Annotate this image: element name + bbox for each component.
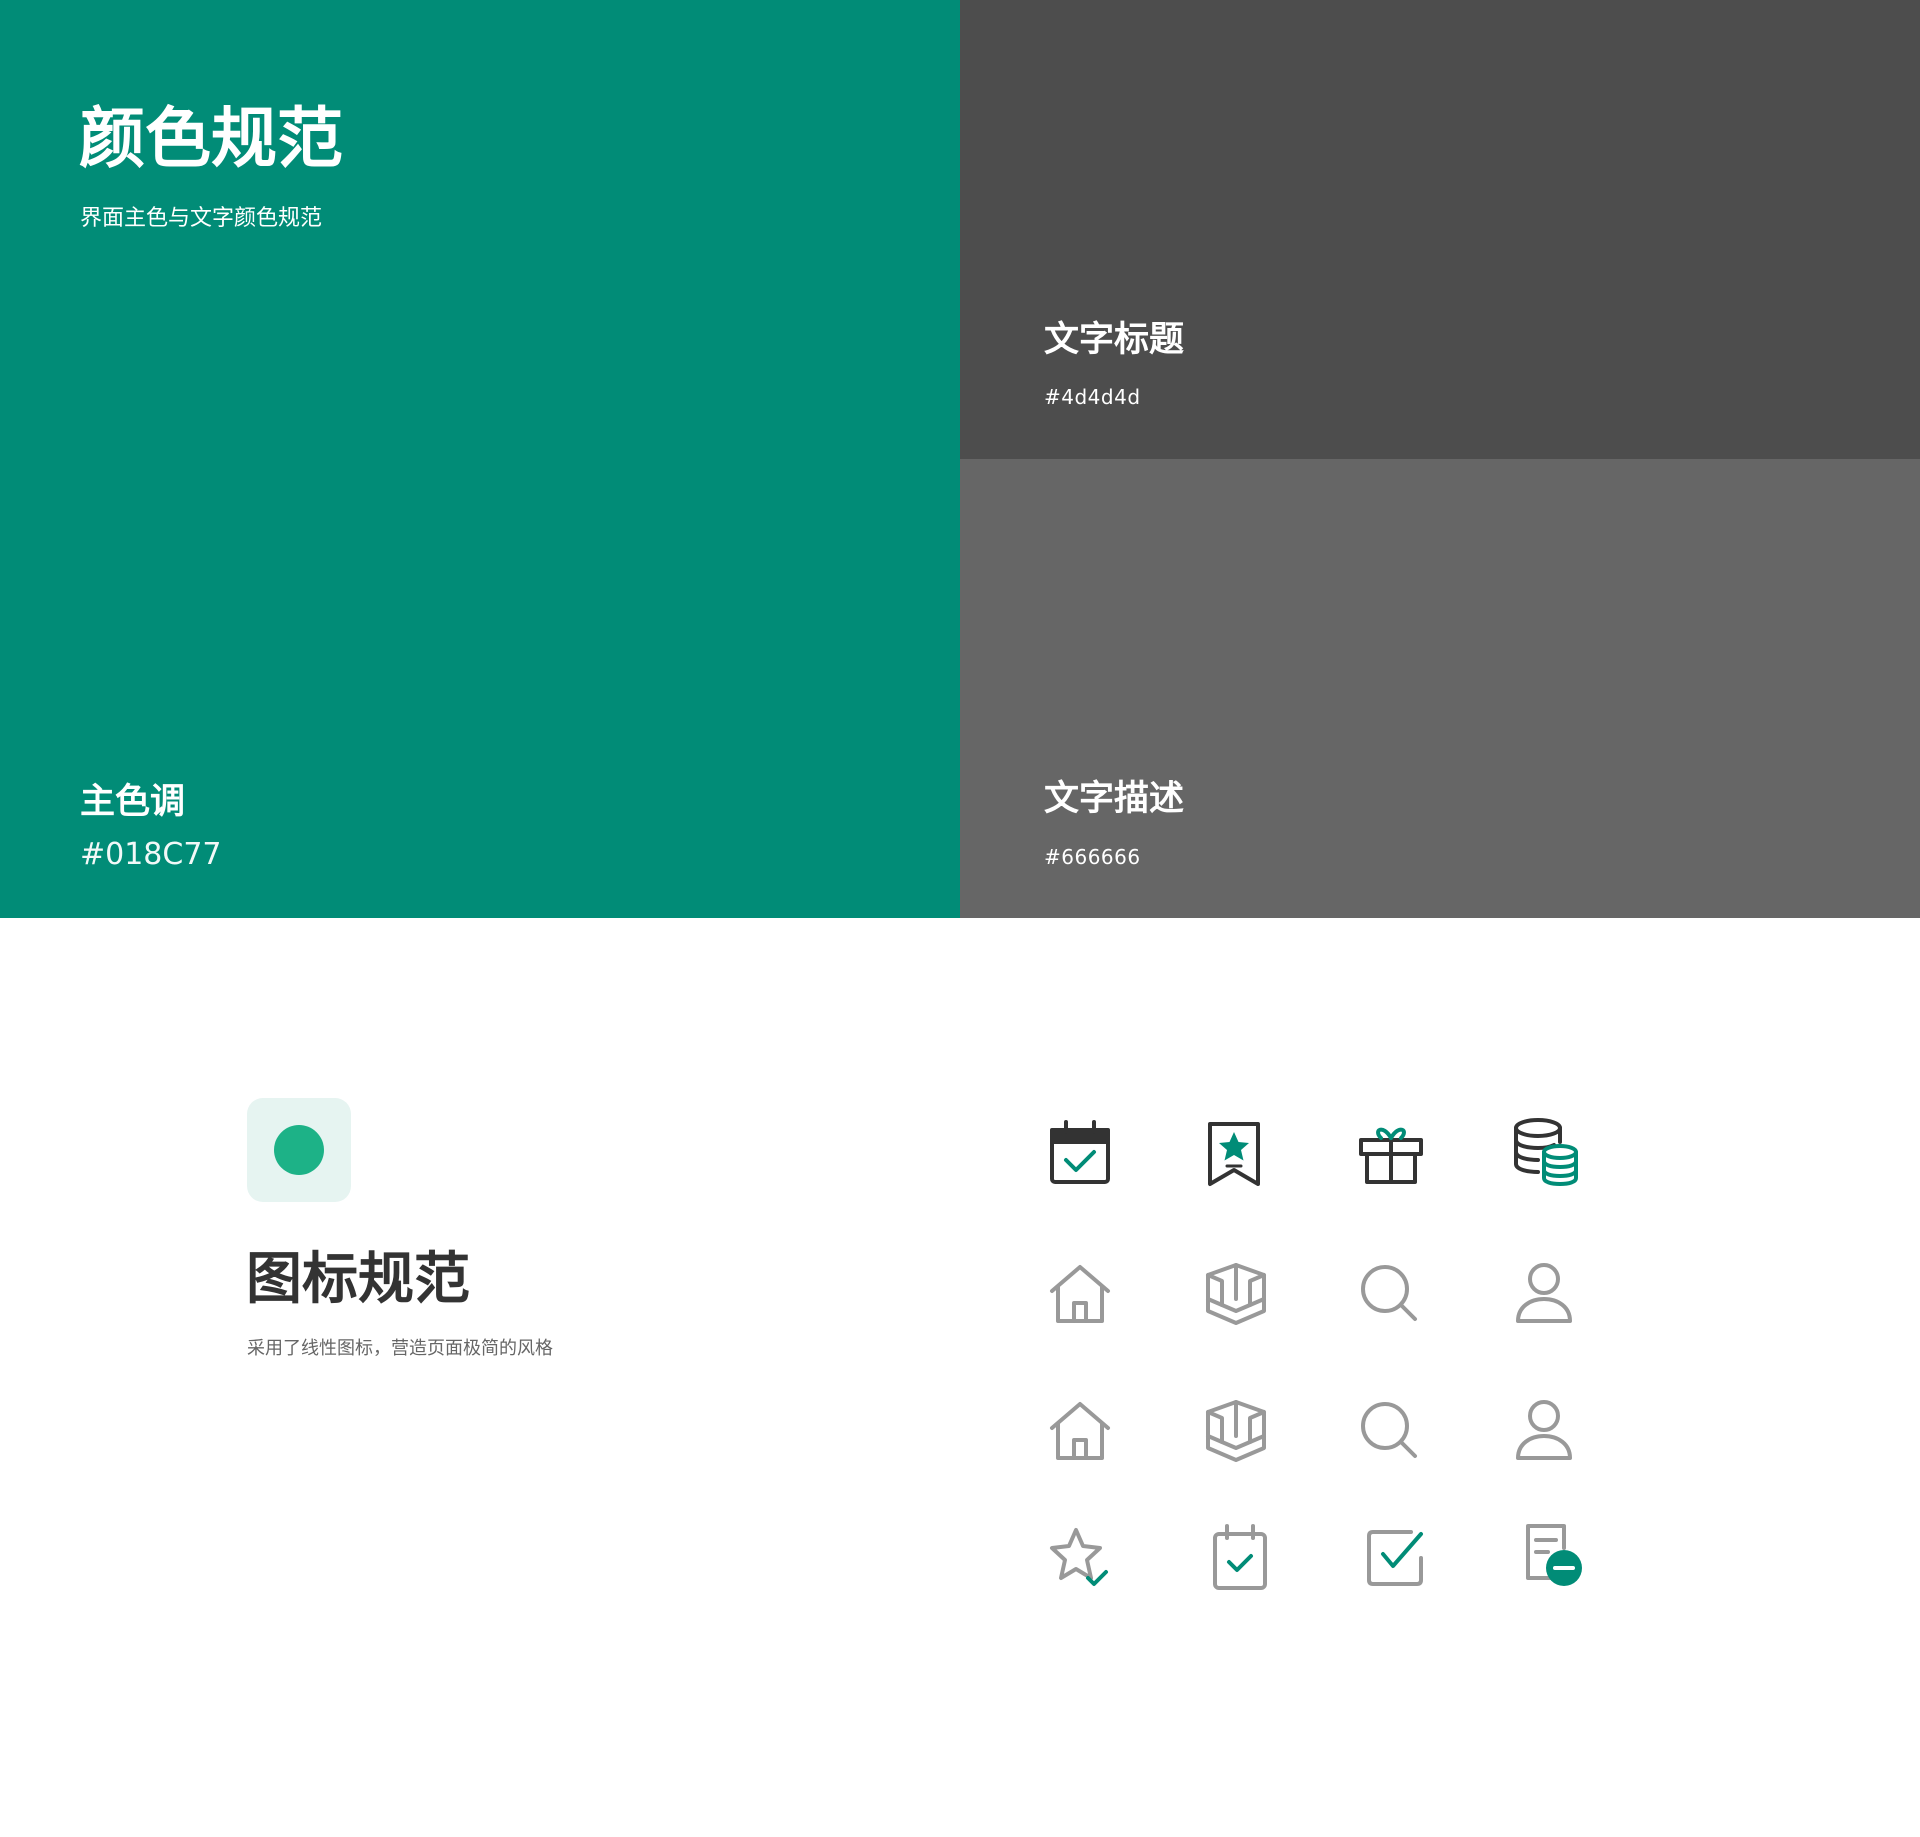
calendar-check-icon <box>1044 1118 1116 1190</box>
user-icon <box>1508 1396 1580 1468</box>
user-icon <box>1508 1259 1580 1331</box>
text-title-color-panel: 文字标题 #4d4d4d <box>960 0 1920 459</box>
cube-3d-icon <box>1200 1259 1272 1331</box>
app-icon <box>247 1098 351 1202</box>
page-title: 颜色规范 <box>79 100 343 177</box>
text-desc-color-panel: 文字描述 #666666 <box>960 459 1920 918</box>
coins-database-icon <box>1510 1116 1582 1188</box>
search-icon <box>1355 1259 1427 1331</box>
home-icon <box>1044 1259 1116 1331</box>
icons-section-title: 图标规范 <box>246 1247 470 1312</box>
icons-section-description: 采用了线性图标，营造页面极简的风格 <box>247 1338 553 1359</box>
search-icon <box>1355 1396 1427 1468</box>
calendar-check-outline-icon <box>1205 1522 1277 1594</box>
text-desc-color-name: 文字描述 <box>1044 779 1185 819</box>
document-minus-icon <box>1518 1520 1590 1592</box>
text-desc-color-hex: #666666 <box>1044 845 1141 869</box>
home-icon <box>1044 1396 1116 1468</box>
page-subtitle: 界面主色与文字颜色规范 <box>80 206 323 231</box>
primary-color-name: 主色调 <box>80 782 186 822</box>
star-check-icon <box>1044 1522 1116 1594</box>
gift-icon <box>1355 1118 1427 1190</box>
primary-color-panel: 颜色规范 界面主色与文字颜色规范 主色调 #018C77 <box>0 0 960 918</box>
primary-color-hex: #018C77 <box>80 837 222 872</box>
cube-3d-icon <box>1200 1396 1272 1468</box>
text-title-color-name: 文字标题 <box>1044 320 1185 360</box>
bookmark-star-icon <box>1198 1118 1270 1190</box>
checkbox-icon <box>1359 1522 1431 1594</box>
text-title-color-hex: #4d4d4d <box>1044 385 1141 409</box>
app-icon-dot <box>274 1125 324 1175</box>
